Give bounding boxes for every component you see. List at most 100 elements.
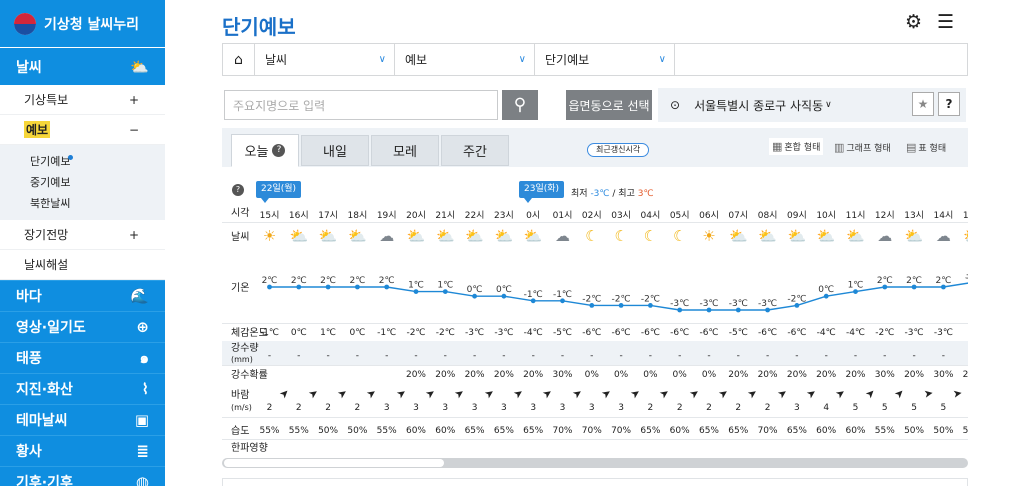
submenu-item-north-korea[interactable]: 북한날씨	[30, 193, 165, 214]
precip-prob: 0%	[643, 370, 658, 380]
sidebar-item-special-report[interactable]: 기상특보 +	[0, 85, 165, 115]
row-label-wind-unit: (m/s)	[231, 403, 252, 412]
precip-amount: -	[648, 351, 653, 361]
row-divider	[222, 222, 968, 223]
sidebar-item-long-term[interactable]: 장기전망 +	[0, 220, 165, 250]
expand-plus-icon[interactable]: +	[129, 93, 139, 107]
tab-day-after[interactable]: 모레	[371, 135, 439, 166]
wind-speed: 5	[940, 403, 947, 413]
sidebar: 기상청 날씨누리 날씨 ⛅ 기상특보 + 예보 − 단기예보 중기예보 북한날씨…	[0, 0, 165, 486]
gear-icon[interactable]: ⚙	[905, 11, 922, 33]
hour-time: 03시	[611, 211, 631, 221]
search-icon: ⚲	[513, 95, 527, 115]
sidebar-item-commentary[interactable]: 날씨해설	[0, 250, 165, 280]
sidebar-section-theme[interactable]: 테마날씨 ▣	[0, 404, 165, 435]
hour-time: 09시	[787, 211, 807, 221]
wind-speed: 3	[383, 403, 390, 413]
menu-icon[interactable]: ☰	[937, 11, 954, 33]
current-location: 서울특별시 종로구 사직동	[694, 98, 824, 113]
wind-speed: 2	[706, 403, 712, 413]
sidebar-section-weather[interactable]: 날씨 ⛅	[0, 47, 165, 85]
help-icon[interactable]: ?	[272, 144, 286, 157]
weather-pc-icon: ⛅	[728, 227, 748, 245]
recent-update-button[interactable]: 최근갱신시각	[587, 143, 650, 157]
feels-like-temp: 0℃	[349, 328, 366, 338]
sidebar-section-earthquake[interactable]: 지진·화산 ⌇	[0, 373, 165, 404]
submenu-item-short-term[interactable]: 단기예보	[30, 151, 165, 172]
weather-cl-icon: ☁	[877, 227, 893, 245]
sidebar-section-imagery[interactable]: 영상·일기도 ⊕	[0, 311, 165, 342]
crosshair-icon[interactable]: ⊙	[670, 98, 680, 112]
star-icon[interactable]: ★	[912, 92, 934, 116]
feels-like-temp: -1℃	[259, 328, 280, 338]
sidebar-section-typhoon[interactable]: 태풍 ๑	[0, 342, 165, 373]
horizontal-scrollbar[interactable]	[222, 458, 968, 468]
help-icon[interactable]: ?	[232, 184, 244, 196]
weather-pc-icon: ⛅	[435, 227, 455, 245]
view-mixed[interactable]: ▦ 혼합 형태	[769, 138, 824, 155]
sidebar-section-label: 바다	[16, 289, 42, 305]
precip-prob: 20%	[757, 370, 778, 380]
humidity: 50%	[933, 426, 954, 436]
bar-chart-icon: ▥	[834, 141, 845, 154]
tab-tomorrow[interactable]: 내일	[301, 135, 369, 166]
min-temp: -3℃	[590, 189, 610, 199]
breadcrumb-select-2[interactable]: 예보 ∨	[395, 44, 535, 75]
feels-like-temp: -6℃	[640, 328, 660, 338]
dust-icon: ≣	[136, 442, 149, 460]
satellite-icon: ⊕	[136, 318, 149, 336]
feels-like-temp: -6℃	[758, 328, 778, 338]
scrollbar-thumb[interactable]	[224, 459, 444, 467]
row-divider	[222, 439, 968, 440]
weather-cl-icon: ☁	[555, 227, 570, 245]
view-graph[interactable]: ▥ 그래프 형태	[834, 141, 891, 154]
sidebar-section-dust[interactable]: 황사 ≣	[0, 435, 165, 466]
precip-prob: 30%	[874, 370, 895, 380]
hour-time: 22시	[464, 211, 485, 221]
sidebar-section-label: 기후·기후	[16, 475, 73, 486]
collapse-minus-icon[interactable]: −	[129, 123, 139, 137]
temp-label: -3℃	[758, 299, 777, 309]
feels-like-temp: -2℃	[435, 328, 455, 338]
search-button[interactable]: ⚲	[502, 90, 538, 120]
breadcrumb-select-3[interactable]: 단기예보 ∨	[535, 44, 675, 75]
kma-logo-icon	[14, 12, 36, 35]
submenu-item-mid-term[interactable]: 중기예보	[30, 172, 165, 193]
sidebar-section-sea[interactable]: 바다 🌊	[0, 280, 165, 311]
sidebar-item-forecast[interactable]: 예보 −	[0, 115, 165, 145]
humidity: 60%	[435, 426, 456, 436]
wind-direction-icon: ➤	[952, 386, 964, 401]
chevron-down-icon[interactable]: ∨	[825, 100, 832, 110]
weather-pc-icon: ⛅	[787, 227, 807, 245]
feels-like-temp: -3℃	[904, 328, 924, 338]
weather-pc-icon: ⛅	[348, 227, 367, 245]
precip-amount: -	[472, 351, 477, 361]
sidebar-item-label: 장기전망	[24, 228, 69, 242]
breadcrumb-select-1[interactable]: 날씨 ∨	[255, 44, 395, 75]
view-table[interactable]: ▤ 표 형태	[906, 141, 946, 154]
wind-speed: 3	[442, 403, 449, 413]
hour-time: 11시	[845, 211, 866, 221]
temp-label: 1℃	[848, 281, 864, 291]
precip-amount: -	[560, 351, 565, 361]
wind-speed: 3	[530, 403, 537, 413]
temp-label: 0℃	[818, 285, 834, 295]
feels-like-temp: 1℃	[320, 328, 337, 338]
brand-header[interactable]: 기상청 날씨누리	[0, 0, 165, 47]
search-input[interactable]: 주요지명으로 입력	[224, 90, 498, 120]
expand-plus-icon[interactable]: +	[129, 228, 139, 242]
temp-label: -3℃	[699, 299, 718, 309]
sidebar-section-climate[interactable]: 기후·기후 ◍	[0, 466, 165, 486]
tab-today[interactable]: 오늘?	[231, 134, 299, 167]
tab-weekly[interactable]: 주간	[441, 135, 509, 166]
precip-amount: -	[795, 351, 799, 361]
precip-amount: -	[765, 351, 770, 361]
humidity: 65%	[640, 426, 661, 436]
help-icon[interactable]: ?	[938, 92, 960, 116]
region-select-button[interactable]: 읍면동으로 선택	[566, 90, 652, 120]
row-label-humidity: 습도	[231, 426, 250, 437]
temp-label: 2℃	[877, 276, 893, 286]
temp-label: 2℃	[906, 276, 922, 286]
home-icon[interactable]: ⌂	[223, 44, 255, 75]
precip-prob: 0%	[584, 370, 599, 380]
